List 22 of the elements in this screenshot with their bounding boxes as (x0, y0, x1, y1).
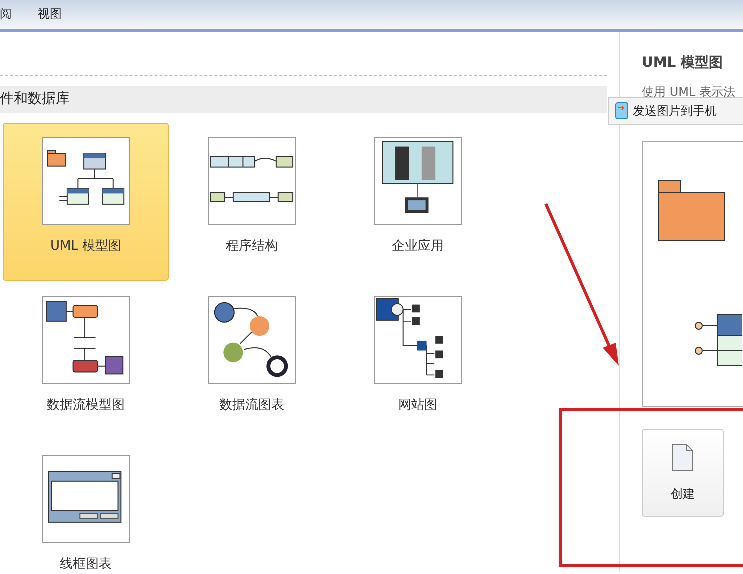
ribbon-tab[interactable]: 阅 (0, 6, 12, 23)
create-button[interactable]: 创建 (642, 429, 724, 517)
template-thumbnail-icon (374, 137, 462, 225)
ribbon-tab[interactable]: 视图 (38, 6, 62, 23)
template-thumbnail-icon (42, 296, 130, 384)
template-item[interactable]: UML 模型图 (3, 123, 169, 281)
document-icon (672, 444, 694, 472)
template-thumbnail-icon (208, 137, 296, 225)
template-thumbnail-icon (374, 296, 462, 384)
template-item[interactable]: 网站图 (335, 282, 501, 440)
template-thumbnail-icon (42, 455, 130, 543)
template-title: UML 模型图 (642, 54, 724, 72)
template-item[interactable]: 企业应用 (335, 123, 501, 281)
template-thumbnail-icon (42, 137, 130, 225)
template-item[interactable]: 数据流模型图 (3, 282, 169, 440)
template-thumbnail-icon (208, 296, 296, 384)
template-item[interactable]: 程序结构 (169, 123, 335, 281)
send-to-phone-button[interactable]: 发送图片到手机 (608, 97, 743, 125)
category-header: 件和数据库 (0, 86, 607, 113)
template-item[interactable]: 线框图表 (3, 441, 169, 574)
template-item[interactable]: 数据流图表 (169, 282, 335, 440)
phone-icon (615, 102, 629, 120)
